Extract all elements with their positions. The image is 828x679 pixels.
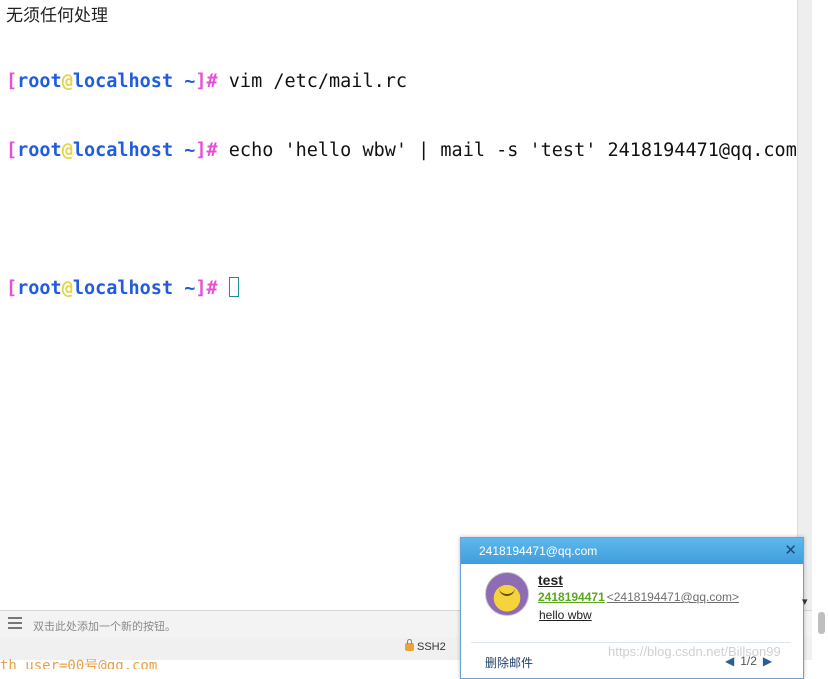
terminal-line: [root@localhost ~]# echo 'hello wbw' | m… bbox=[6, 139, 797, 162]
protocol-label: SSH2 bbox=[417, 641, 446, 653]
mail-sender[interactable]: 2418194471 <2418194471@qq.com> bbox=[538, 590, 739, 604]
instruction-caption: 无须任何处理 bbox=[6, 6, 108, 26]
terminal-command bbox=[218, 278, 229, 299]
sender-name[interactable]: 2418194471 bbox=[538, 590, 605, 604]
prompt-at: @ bbox=[61, 71, 73, 92]
prompt-host: localhost bbox=[72, 140, 174, 161]
partial-terminal-text: th_user=00号@qq.com bbox=[0, 659, 158, 669]
notification-account: 2418194471@qq.com bbox=[479, 544, 598, 558]
prompt-user: root bbox=[17, 71, 62, 92]
prompt-path: ~ bbox=[173, 71, 196, 92]
delete-mail-link[interactable]: 删除邮件 bbox=[485, 654, 533, 671]
avatar bbox=[485, 572, 529, 616]
lock-icon bbox=[405, 639, 414, 651]
prompt-bracket: ] bbox=[195, 71, 207, 92]
prompt-path: ~ bbox=[173, 278, 196, 299]
divider bbox=[471, 642, 791, 643]
notification-header: 2418194471@qq.com ✕ bbox=[461, 538, 803, 564]
prompt-bracket: ] bbox=[195, 140, 207, 161]
sender-address[interactable]: <2418194471@qq.com> bbox=[607, 590, 739, 604]
chevron-down-icon[interactable]: ▾ bbox=[802, 595, 808, 608]
prompt-at: @ bbox=[61, 140, 73, 161]
prompt-at: @ bbox=[61, 278, 73, 299]
close-icon[interactable]: ✕ bbox=[784, 541, 797, 559]
watermark: https://blog.csdn.net/Billson99 bbox=[608, 644, 781, 659]
mail-preview[interactable]: hello wbw bbox=[539, 608, 592, 622]
menu-icon[interactable] bbox=[8, 617, 22, 629]
prompt-bracket: [ bbox=[6, 278, 18, 299]
prompt-hash: # bbox=[206, 140, 218, 161]
ssh-status: SSH2 bbox=[405, 639, 446, 653]
outer-scrollbar-thumb[interactable] bbox=[818, 612, 825, 634]
terminal-line: [root@localhost ~]# bbox=[6, 277, 797, 300]
window-edge bbox=[812, 0, 828, 669]
prompt-path: ~ bbox=[173, 140, 196, 161]
terminal-command: vim /etc/mail.rc bbox=[217, 71, 408, 92]
prompt-host: localhost bbox=[72, 71, 174, 92]
terminal-scrollbar[interactable] bbox=[797, 0, 813, 610]
prompt-bracket: [ bbox=[6, 140, 18, 161]
prompt-bracket: [ bbox=[6, 71, 18, 92]
terminal-output[interactable]: [root@localhost ~]# vim /etc/mail.rc [ro… bbox=[6, 24, 797, 323]
prompt-hash: # bbox=[206, 278, 218, 299]
terminal-command: echo 'hello wbw' | mail -s 'test' 241819… bbox=[217, 140, 797, 161]
prompt-hash: # bbox=[206, 71, 218, 92]
prompt-user: root bbox=[17, 278, 62, 299]
button-bar-hint: 双击此处添加一个新的按钮。 bbox=[33, 621, 176, 633]
terminal-cursor bbox=[228, 277, 239, 297]
terminal-line: [root@localhost ~]# vim /etc/mail.rc bbox=[6, 70, 797, 93]
prompt-host: localhost bbox=[72, 278, 174, 299]
mail-subject[interactable]: test bbox=[538, 572, 563, 588]
prompt-user: root bbox=[17, 140, 62, 161]
prompt-bracket: ] bbox=[195, 278, 207, 299]
